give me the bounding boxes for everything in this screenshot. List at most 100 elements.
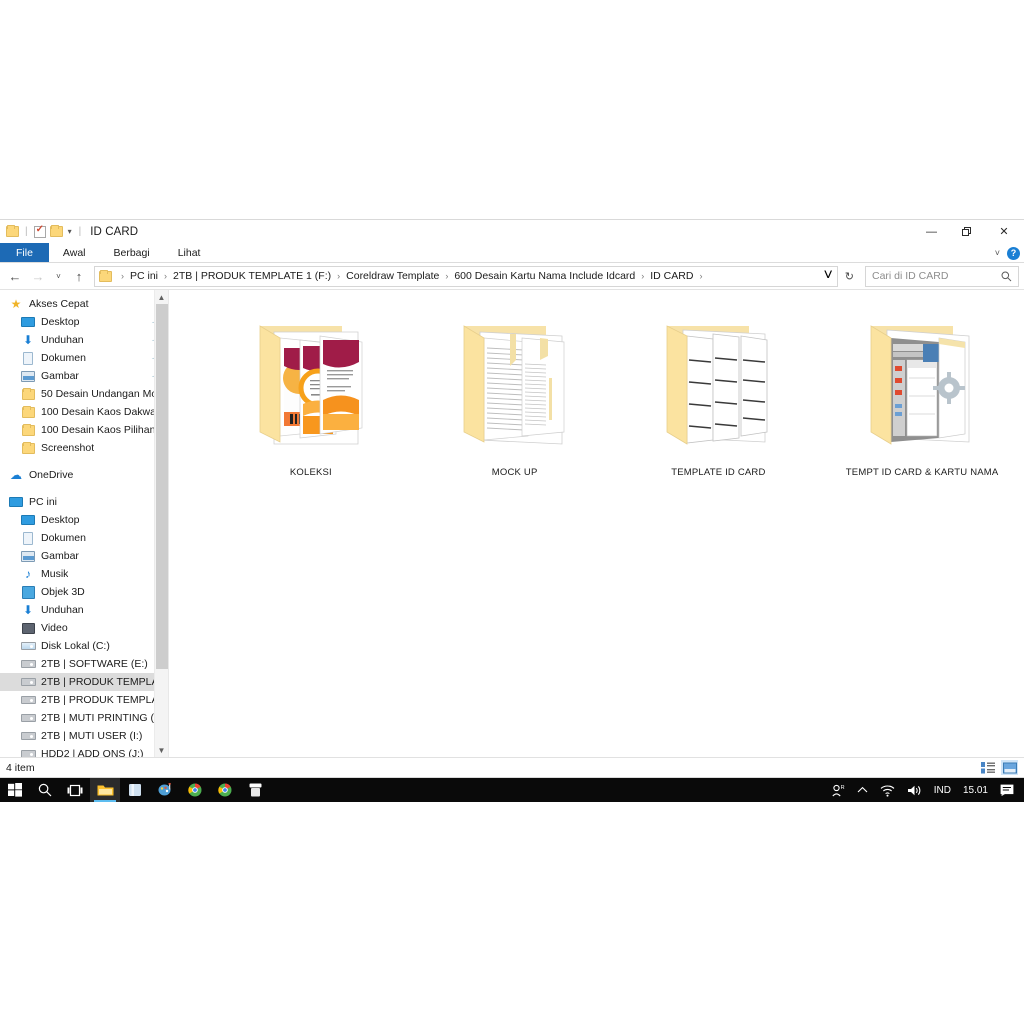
large-icons-view-icon xyxy=(1002,762,1017,773)
chrome-button[interactable] xyxy=(180,778,210,802)
breadcrumb[interactable]: › PC ini › 2TB | PRODUK TEMPLATE 1 (F:) … xyxy=(94,265,838,287)
sidebar-item-akses-cepat[interactable]: ★ Akses Cepat xyxy=(0,295,168,313)
language-indicator[interactable]: IND xyxy=(928,778,957,802)
help-icon[interactable]: ? xyxy=(1007,246,1020,260)
sidebar-item-drive-e[interactable]: 2TB | SOFTWARE (E:) xyxy=(0,655,168,673)
network-button[interactable] xyxy=(874,778,901,802)
sidebar-item-pc-objek3d[interactable]: Objek 3D xyxy=(0,583,168,601)
large-icons-view-button[interactable] xyxy=(1001,760,1018,775)
store-icon xyxy=(129,784,141,796)
sidebar-item-pc-ini[interactable]: PC ini xyxy=(0,493,168,511)
sidebar-item-label: 2TB | PRODUK TEMPLATE 2 (G:) xyxy=(41,694,164,706)
list-item[interactable]: TEMPLATE ID CARD xyxy=(617,308,821,478)
sidebar-item-pc-gambar[interactable]: Gambar xyxy=(0,547,168,565)
chrome-icon xyxy=(188,783,202,797)
new-folder-button[interactable] xyxy=(49,225,63,237)
sidebar-item-undangan-modern[interactable]: 50 Desain Undangan Modern Kel xyxy=(0,385,168,403)
scrollbar-thumb[interactable] xyxy=(155,304,168,669)
task-view-button[interactable] xyxy=(60,778,90,802)
sidebar-item-dokumen[interactable]: Dokumen 📌 xyxy=(0,349,168,367)
back-button[interactable]: ← xyxy=(5,265,25,287)
search-button[interactable] xyxy=(30,778,60,802)
breadcrumb-dropdown[interactable]: ˅ xyxy=(823,267,832,285)
sidebar-item-pc-dokumen[interactable]: Dokumen xyxy=(0,529,168,547)
qat-divider: | xyxy=(25,226,28,237)
clock[interactable]: 15.01 xyxy=(957,778,994,802)
file-list-pane[interactable]: KOLEKSI MOCK UP TEMPLATE ID CARD TEMPT I… xyxy=(168,290,1024,757)
sidebar-item-disk-lokal-c[interactable]: Disk Lokal (C:) xyxy=(0,637,168,655)
sidebar-item-label: 2TB | MUTI USER (I:) xyxy=(41,730,143,742)
details-view-button[interactable] xyxy=(979,760,996,775)
address-bar: ← → ˅ ↑ › PC ini › 2TB | PRODUK TEMPLATE… xyxy=(0,263,1024,290)
minimize-button[interactable]: — xyxy=(914,220,949,243)
chevron-down-icon[interactable]: ˅ xyxy=(995,248,1000,258)
sidebar-item-label: Screenshot xyxy=(41,442,95,454)
sidebar-item-pc-desktop[interactable]: Desktop xyxy=(0,511,168,529)
sidebar-item-label: Desktop xyxy=(41,316,80,328)
file-explorer-button[interactable] xyxy=(90,778,120,802)
drive-icon xyxy=(20,692,36,708)
people-icon[interactable]: R xyxy=(826,778,851,802)
window-body: ★ Akses Cepat Desktop 📌 ⬇ Unduhan 📌 Doku… xyxy=(0,290,1024,757)
tab-file[interactable]: File xyxy=(0,243,49,262)
svg-text:R: R xyxy=(840,785,844,791)
app-button[interactable] xyxy=(240,778,270,802)
breadcrumb-item-pc[interactable]: PC ini xyxy=(129,270,159,282)
paint-button[interactable] xyxy=(150,778,180,802)
search-input[interactable]: Cari di ID CARD xyxy=(865,265,1019,287)
list-item[interactable]: MOCK UP xyxy=(413,308,617,478)
search-icon xyxy=(1001,271,1012,281)
sidebar-item-label: Gambar xyxy=(41,370,79,382)
up-button[interactable]: ↑ xyxy=(69,265,89,287)
folder-icon xyxy=(20,440,36,456)
chevron-down-icon[interactable]: ▾ xyxy=(67,227,73,236)
folder-label: TEMPT ID CARD & KARTU NAMA xyxy=(845,467,999,478)
sidebar-item-pc-musik[interactable]: ♪ Musik xyxy=(0,565,168,583)
breadcrumb-item-desain[interactable]: 600 Desain Kartu Nama Include Idcard xyxy=(453,270,636,282)
refresh-button[interactable]: ↻ xyxy=(841,270,858,283)
sidebar-item-drive-h[interactable]: 2TB | MUTI PRINTING (H:) xyxy=(0,709,168,727)
view-toggle-group xyxy=(979,760,1018,775)
notifications-button[interactable] xyxy=(994,778,1020,802)
sidebar-item-drive-i[interactable]: 2TB | MUTI USER (I:) xyxy=(0,727,168,745)
start-button[interactable] xyxy=(0,778,30,802)
forward-button[interactable]: → xyxy=(28,265,48,287)
breadcrumb-item-idcard[interactable]: ID CARD xyxy=(649,270,694,282)
list-item[interactable]: TEMPT ID CARD & KARTU NAMA xyxy=(820,308,1024,478)
sidebar-item-screenshot[interactable]: Screenshot xyxy=(0,439,168,457)
properties-button[interactable] xyxy=(33,224,46,238)
chrome2-button[interactable] xyxy=(210,778,240,802)
sidebar-item-drive-j[interactable]: HDD2 | ADD ONS (J:) xyxy=(0,745,168,757)
sidebar-scrollbar[interactable]: ▲ ▼ xyxy=(154,290,168,757)
scroll-up-icon[interactable]: ▲ xyxy=(155,290,169,304)
volume-button[interactable] xyxy=(901,778,928,802)
sidebar-item-pc-unduhan[interactable]: ⬇ Unduhan xyxy=(0,601,168,619)
maximize-button[interactable] xyxy=(949,220,984,243)
close-button[interactable]: ✕ xyxy=(984,220,1024,243)
recent-locations-button[interactable]: ˅ xyxy=(51,265,66,287)
scrollbar-track[interactable] xyxy=(155,304,169,743)
tab-awal[interactable]: Awal xyxy=(49,243,100,262)
sidebar-item-desktop[interactable]: Desktop 📌 xyxy=(0,313,168,331)
sidebar-item-drive-f[interactable]: 2TB | PRODUK TEMPLATE 1 (F:) xyxy=(0,673,168,691)
breadcrumb-separator-0: › xyxy=(121,271,124,281)
breadcrumb-item-drive[interactable]: 2TB | PRODUK TEMPLATE 1 (F:) xyxy=(172,270,332,282)
sidebar-item-unduhan[interactable]: ⬇ Unduhan 📌 xyxy=(0,331,168,349)
explorer-icon xyxy=(6,225,19,237)
star-icon: ★ xyxy=(10,297,22,311)
breadcrumb-item-coreldraw[interactable]: Coreldraw Template xyxy=(345,270,440,282)
sidebar-item-pc-video[interactable]: Video xyxy=(0,619,168,637)
sidebar-item-kaos-dakwah[interactable]: 100 Desain Kaos Dakwah Terlaris xyxy=(0,403,168,421)
sidebar-item-onedrive[interactable]: ☁ OneDrive xyxy=(0,466,168,484)
sidebar-item-label: 2TB | MUTI PRINTING (H:) xyxy=(41,712,164,724)
tab-lihat[interactable]: Lihat xyxy=(164,243,215,262)
list-item[interactable]: KOLEKSI xyxy=(209,308,413,478)
show-hidden-icons-button[interactable] xyxy=(851,778,874,802)
sidebar-item-gambar[interactable]: Gambar 📌 xyxy=(0,367,168,385)
sidebar-item-kaos-pilihan[interactable]: 100 Desain Kaos Pilihan 5 Katego xyxy=(0,421,168,439)
store-button[interactable] xyxy=(120,778,150,802)
folder-label: KOLEKSI xyxy=(289,467,332,478)
sidebar-item-drive-g[interactable]: 2TB | PRODUK TEMPLATE 2 (G:) xyxy=(0,691,168,709)
tab-berbagi[interactable]: Berbagi xyxy=(100,243,164,262)
scroll-down-icon[interactable]: ▼ xyxy=(155,743,169,757)
